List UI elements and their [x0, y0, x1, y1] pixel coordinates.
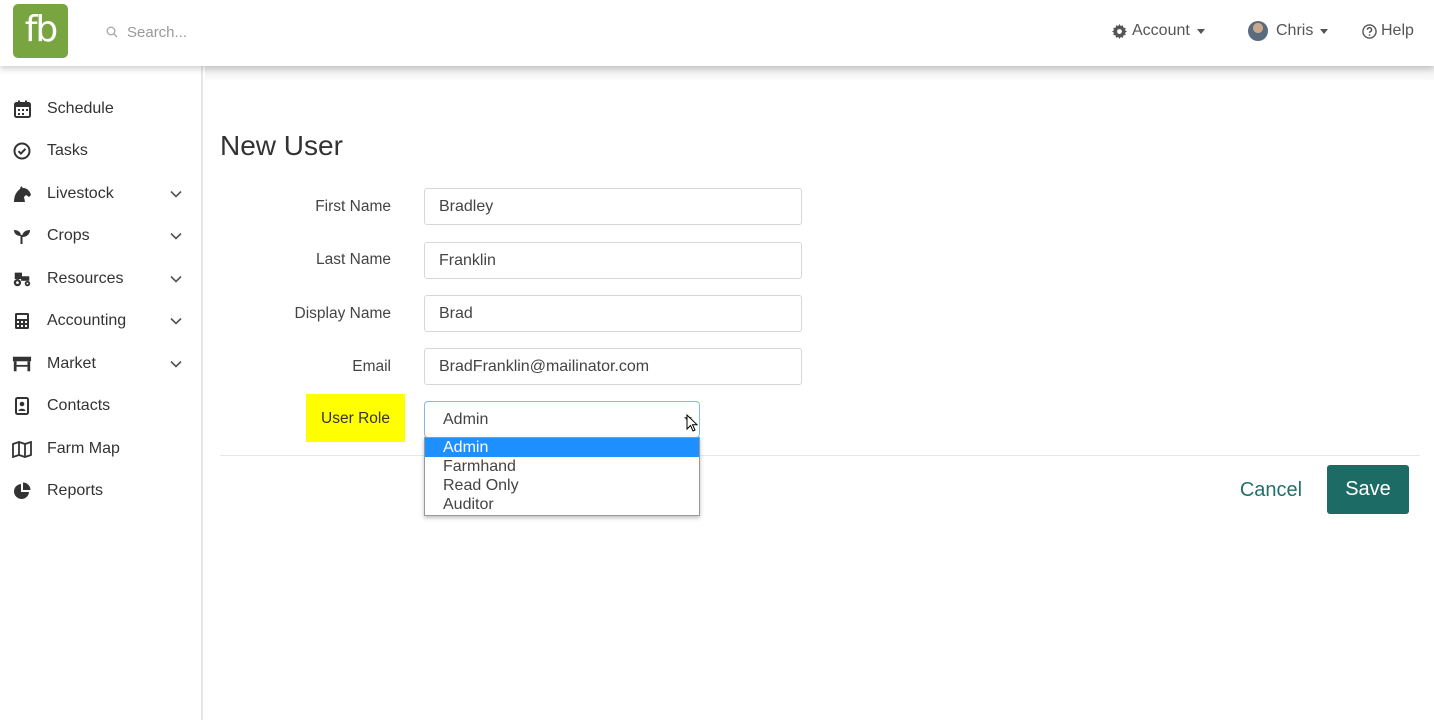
sidebar-item-schedule[interactable]: Schedule	[0, 89, 201, 129]
sidebar-item-reports[interactable]: Reports	[0, 471, 201, 511]
first-name-field[interactable]	[424, 188, 802, 225]
sidebar-item-label: Farm Map	[47, 440, 120, 457]
chevron-down-icon	[170, 275, 182, 283]
user-role-option-read-only[interactable]: Read Only	[425, 476, 699, 495]
last-name-label: Last Name	[316, 251, 391, 268]
search-input[interactable]	[127, 23, 377, 41]
sidebar-item-label: Schedule	[47, 100, 114, 117]
display-name-label: Display Name	[294, 305, 391, 322]
search-box[interactable]	[100, 18, 400, 46]
first-name-label: First Name	[315, 198, 391, 215]
form-divider	[220, 455, 1420, 456]
chevron-down-icon	[1320, 28, 1329, 34]
sidebar-item-tasks[interactable]: Tasks	[0, 131, 201, 171]
sidebar-item-resources[interactable]: Resources	[0, 259, 201, 299]
email-label: Email	[352, 358, 391, 375]
user-role-option-farmhand[interactable]: Farmhand	[425, 457, 699, 476]
sidebar-item-crops[interactable]: Crops	[0, 216, 201, 256]
sidebar-item-label: Tasks	[47, 142, 88, 159]
cancel-button[interactable]: Cancel	[1228, 476, 1314, 504]
seedling-icon	[12, 226, 32, 246]
search-icon	[106, 26, 118, 38]
address-book-icon	[12, 396, 32, 416]
horse-icon	[12, 184, 32, 204]
sidebar-item-label: Reports	[47, 482, 104, 499]
chevron-down-icon	[1196, 28, 1205, 34]
pie-chart-icon	[12, 481, 32, 501]
user-role-selected-value: Admin	[443, 411, 489, 428]
user-menu[interactable]: Chris	[1248, 20, 1329, 42]
chevron-down-icon	[170, 190, 182, 198]
user-role-option-admin[interactable]: Admin	[425, 438, 699, 457]
store-icon	[12, 354, 32, 374]
chevron-down-icon	[170, 360, 182, 368]
sidebar-item-farm-map[interactable]: Farm Map	[0, 429, 201, 469]
help-link[interactable]: Help	[1362, 20, 1414, 42]
save-button[interactable]: Save	[1327, 465, 1409, 514]
email-field[interactable]	[424, 348, 802, 385]
user-role-select[interactable]: Admin	[424, 401, 700, 438]
help-label: Help	[1381, 22, 1414, 39]
chevron-down-icon	[170, 317, 182, 325]
gear-icon	[1112, 23, 1127, 39]
user-role-option-auditor[interactable]: Auditor	[425, 495, 699, 514]
tractor-icon	[12, 269, 32, 289]
sidebar-item-label: Resources	[47, 270, 124, 287]
content-top-shadow	[205, 66, 1434, 80]
sidebar-item-livestock[interactable]: Livestock	[0, 174, 201, 214]
user-label: Chris	[1276, 22, 1314, 39]
sidebar-item-label: Market	[47, 355, 96, 372]
calendar-icon	[12, 99, 32, 119]
help-icon	[1362, 23, 1377, 39]
calculator-icon	[12, 311, 32, 331]
sidebar-item-label: Accounting	[47, 312, 127, 329]
user-role-label: User Role	[321, 410, 390, 427]
sidebar-item-label: Livestock	[47, 185, 114, 202]
sidebar-item-label: Crops	[47, 227, 90, 244]
display-name-field[interactable]	[424, 295, 802, 332]
user-role-dropdown: Admin Farmhand Read Only Auditor	[424, 437, 700, 516]
sidebar-item-accounting[interactable]: Accounting	[0, 301, 201, 341]
sidebar: Schedule Tasks Livestock Crops Resources…	[0, 66, 203, 720]
top-bar: fb Account Chris Help	[0, 0, 1434, 66]
page-title: New User	[220, 130, 343, 161]
chevron-down-icon	[170, 232, 182, 240]
account-label: Account	[1132, 22, 1190, 39]
account-menu[interactable]: Account	[1112, 20, 1205, 42]
map-icon	[12, 439, 32, 459]
check-circle-icon	[12, 141, 32, 161]
last-name-field[interactable]	[424, 242, 802, 279]
sidebar-item-label: Contacts	[47, 397, 111, 414]
mouse-cursor-icon	[686, 414, 698, 432]
sidebar-item-contacts[interactable]: Contacts	[0, 386, 201, 426]
avatar	[1248, 21, 1268, 41]
sidebar-item-market[interactable]: Market	[0, 344, 201, 384]
app-logo[interactable]: fb	[13, 4, 68, 58]
